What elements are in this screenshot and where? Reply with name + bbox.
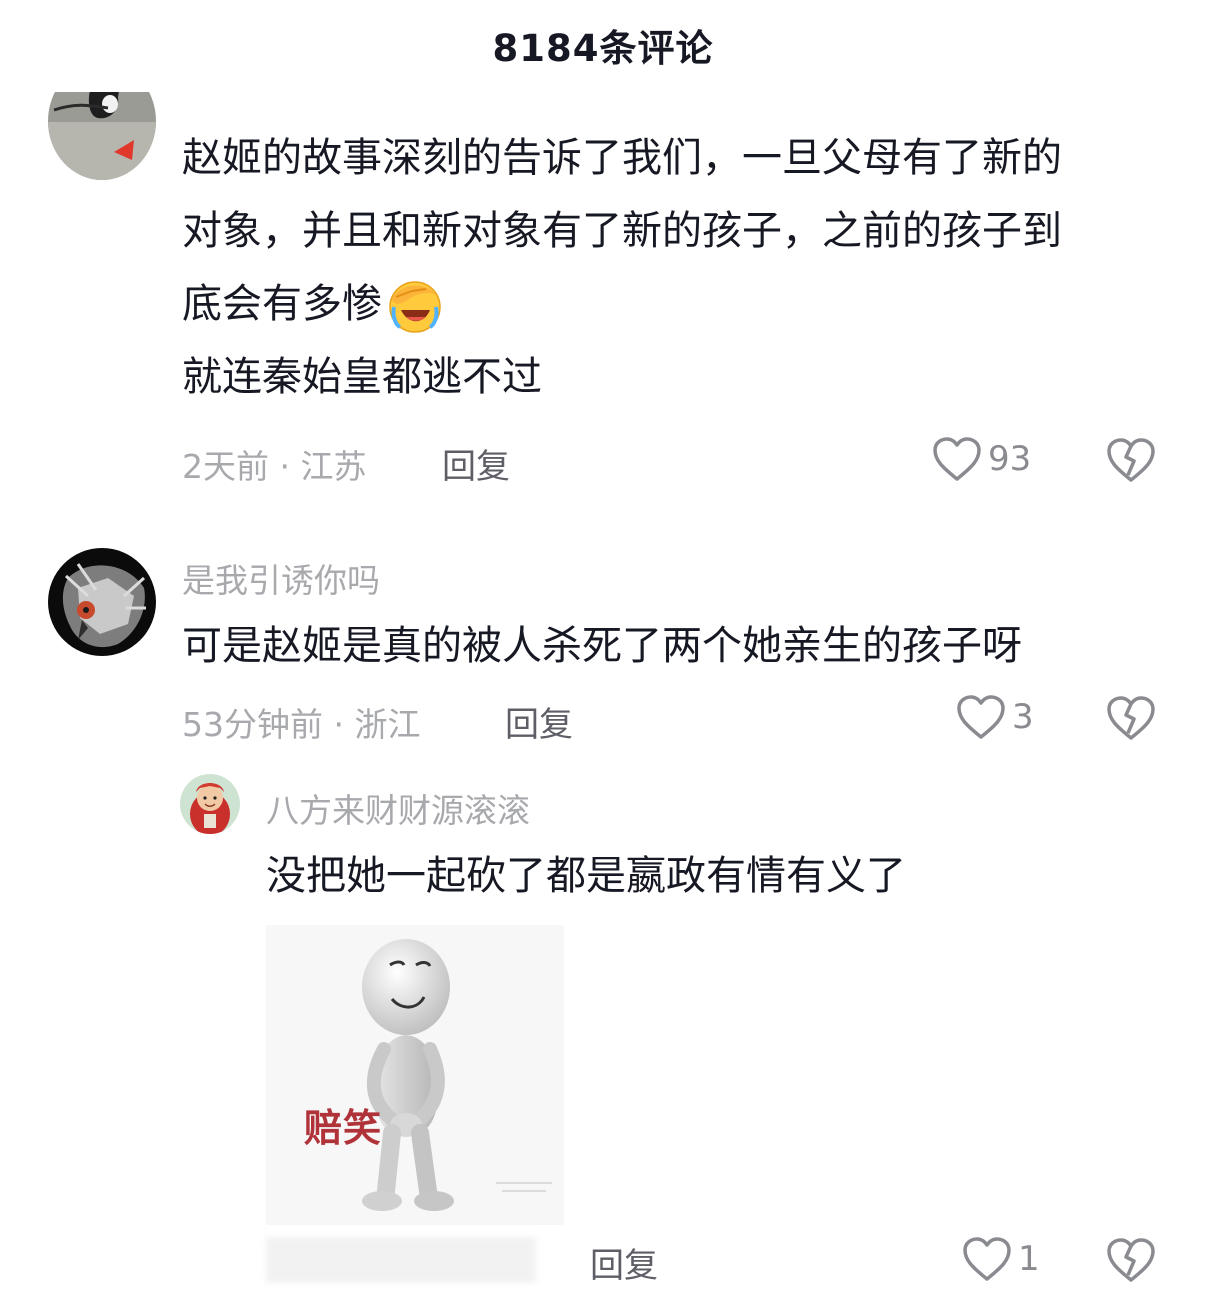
- comment-meta: 2天前 · 江苏: [182, 447, 367, 486]
- sticker-caption: 赔笑: [304, 1106, 383, 1150]
- dislike-button[interactable]: [1106, 1237, 1156, 1287]
- comment-meta: 53分钟前 · 浙江: [182, 705, 421, 744]
- like-button[interactable]: 93: [932, 436, 1031, 482]
- reply-meta-blurred: [266, 1237, 536, 1283]
- heart-outline-icon: [963, 1237, 1011, 1281]
- reply-button[interactable]: 回复: [442, 439, 510, 488]
- comments-header: 8184条评论: [0, 0, 1206, 92]
- facepalm-laughing-emoji-icon: [386, 277, 444, 335]
- like-count: 1: [1018, 1239, 1040, 1279]
- like-button[interactable]: 1: [962, 1236, 1040, 1282]
- comment-text: 可是赵姬是真的被人杀死了两个她亲生的孩子呀: [182, 623, 1022, 669]
- heart-outline-icon: [933, 437, 981, 481]
- broken-heart-icon: [1107, 1238, 1155, 1282]
- avatar[interactable]: [48, 92, 156, 180]
- comment-text: 赵姬的故事深刻的告诉了我们，一旦父母有了新的 对象，并且和新对象有了新的孩子，之…: [182, 135, 1062, 400]
- comment-username[interactable]: 是我引诱你吗: [182, 554, 380, 602]
- broken-heart-icon: [1107, 696, 1155, 740]
- comment-count-title: 8184条评论: [492, 27, 714, 70]
- comment-list[interactable]: 赵姬的故事深刻的告诉了我们，一旦父母有了新的 对象，并且和新对象有了新的孩子，之…: [0, 92, 1206, 1314]
- like-count: 93: [988, 439, 1032, 479]
- avatar[interactable]: [48, 548, 156, 656]
- reply-text: 没把她一起砍了都是嬴政有情有义了: [266, 853, 906, 899]
- dislike-button[interactable]: [1106, 437, 1156, 487]
- dislike-button[interactable]: [1106, 695, 1156, 745]
- reply-sticker-image[interactable]: 赔笑: [266, 925, 564, 1225]
- like-count: 3: [1012, 697, 1034, 737]
- reply-button[interactable]: 回复: [505, 697, 573, 746]
- reply-username[interactable]: 八方来财财源滚滚: [266, 784, 530, 832]
- broken-heart-icon: [1107, 438, 1155, 482]
- avatar[interactable]: [180, 774, 240, 834]
- like-button[interactable]: 3: [956, 694, 1034, 740]
- heart-outline-icon: [957, 695, 1005, 739]
- reply-button[interactable]: 回复: [590, 1238, 658, 1287]
